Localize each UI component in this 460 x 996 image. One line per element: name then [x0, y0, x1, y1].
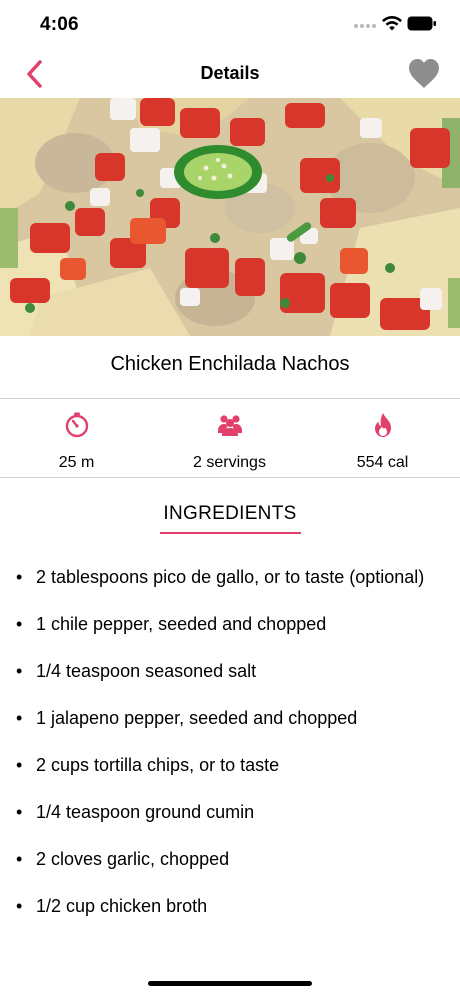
- bullet: •: [16, 614, 23, 634]
- bullet: •: [16, 802, 23, 822]
- wifi-icon: [382, 15, 402, 31]
- bullet: •: [16, 661, 23, 681]
- ingredient-item: • 1/4 teaspoon ground cumin: [14, 801, 444, 823]
- ingredient-text: 1 jalapeno pepper, seeded and chopped: [36, 708, 358, 728]
- ingredient-item: • 2 cups tortilla chips, or to taste: [14, 754, 444, 776]
- battery-icon: [407, 16, 436, 31]
- ingredient-list: • 2 tablespoons pico de gallo, or to tast…: [14, 566, 444, 942]
- heart-icon: [409, 59, 439, 88]
- ingredient-item: • 2 cloves garlic, chopped: [14, 848, 444, 870]
- bullet: •: [16, 567, 23, 587]
- timer-icon: [65, 412, 88, 438]
- favorite-button[interactable]: [406, 57, 442, 91]
- bullet: •: [16, 849, 23, 869]
- recipe-image: [0, 98, 460, 336]
- ingredient-text: 1/4 teaspoon ground cumin: [36, 802, 255, 822]
- signal-icon: [354, 22, 378, 30]
- ingredient-item: • 1/4 teaspoon seasoned salt: [14, 660, 444, 682]
- ingredient-text: 1/4 teaspoon seasoned salt: [36, 661, 257, 681]
- stat-time-label: 25 m: [58, 454, 95, 471]
- nav-bar: Details: [0, 48, 460, 98]
- ingredient-item: • 2 tablespoons pico de gallo, or to tast…: [14, 566, 444, 588]
- stat-calories: 554 cal: [306, 399, 459, 479]
- flame-icon: [374, 413, 391, 437]
- bullet: •: [16, 708, 23, 728]
- ingredients-underline: [160, 532, 301, 534]
- page-title: Details: [200, 63, 260, 83]
- status-time: 4:06: [40, 14, 79, 35]
- stat-calories-label: 554 cal: [356, 454, 409, 471]
- bullet: •: [16, 755, 23, 775]
- ingredients-heading: INGREDIENTS: [163, 503, 297, 524]
- ingredient-item: • 1 jalapeno pepper, seeded and chopped: [14, 707, 444, 729]
- bullet: •: [16, 896, 23, 916]
- ingredient-item: • 1 chile pepper, seeded and chopped: [14, 613, 444, 635]
- stat-time: 25 m: [0, 399, 153, 479]
- recipe-title: Chicken Enchilada Nachos: [110, 353, 350, 375]
- ingredient-text: 1 chile pepper, seeded and chopped: [36, 614, 327, 634]
- ingredient-text: 2 cups tortilla chips, or to taste: [36, 755, 280, 775]
- users-icon: [217, 415, 242, 436]
- ingredient-item: • 1/2 cup chicken broth: [14, 895, 444, 917]
- home-indicator[interactable]: [148, 981, 312, 986]
- ingredient-text: 2 cloves garlic, chopped: [36, 849, 230, 869]
- ingredient-text: 2 tablespoons pico de gallo, or to taste…: [36, 567, 425, 587]
- status-bar: 4:06: [0, 0, 460, 48]
- stat-servings-label: 2 servings: [193, 454, 266, 471]
- ingredient-text: 1/2 cup chicken broth: [36, 896, 208, 916]
- stat-servings: 2 servings: [153, 399, 306, 479]
- recipe-stats: 25 m 2 servings 554 cal: [0, 398, 460, 478]
